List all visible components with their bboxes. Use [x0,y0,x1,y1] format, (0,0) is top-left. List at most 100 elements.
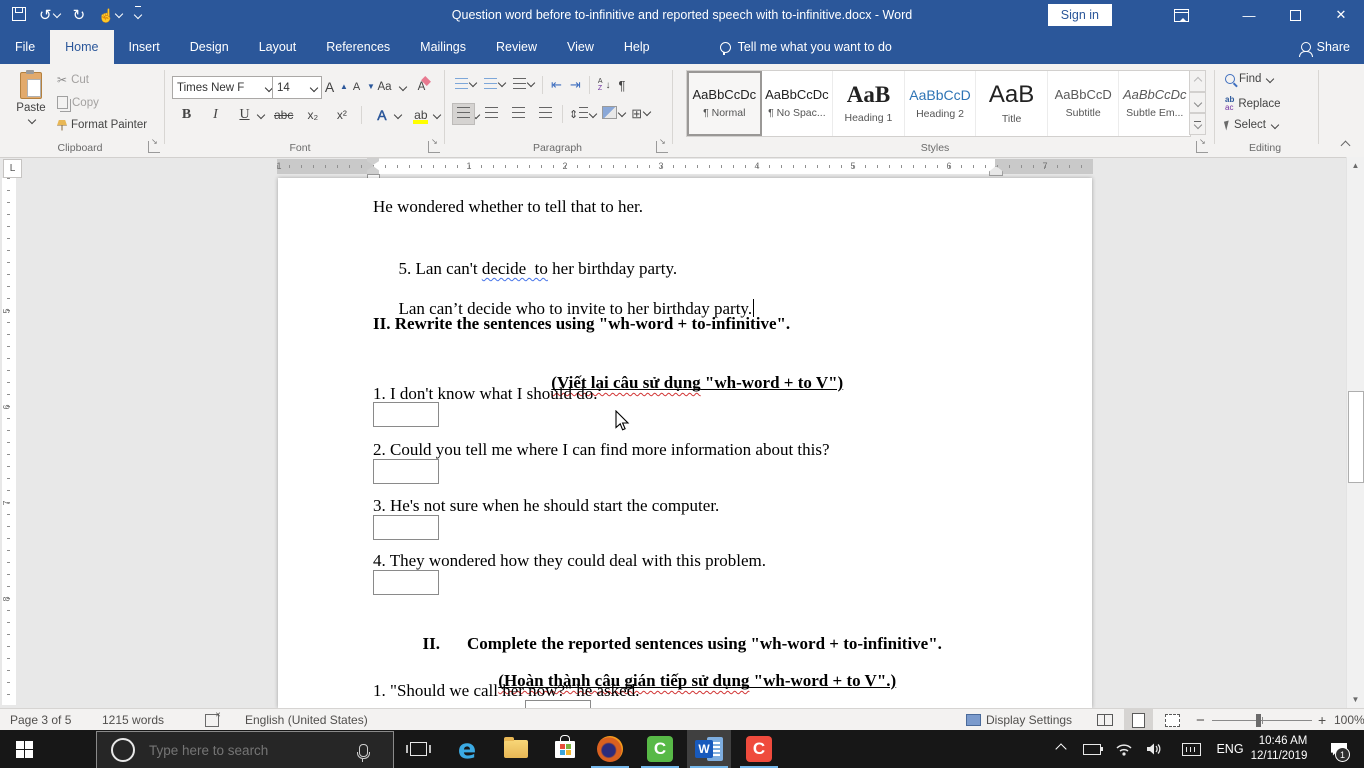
highlight-button[interactable]: ab [411,104,430,125]
tab-layout[interactable]: Layout [244,30,312,64]
style-heading2[interactable]: AaBbCcDHeading 2 [905,71,977,136]
tell-me-box[interactable]: Tell me what you want to do [720,30,892,64]
shrink-font-button[interactable]: A▼ [347,76,375,97]
start-button[interactable] [0,730,48,768]
horizontal-ruler[interactable]: 1 1 2 3 4 5 6 7 [277,159,1093,174]
style-normal[interactable]: AaBbCcDc¶ Normal [687,71,762,136]
tab-mailings[interactable]: Mailings [405,30,481,64]
zoom-slider[interactable] [1212,709,1312,731]
touch-mode-button[interactable]: ☝ [98,7,122,23]
tab-selector[interactable]: L [3,159,22,178]
taskbar-camtasia[interactable]: C [638,730,682,768]
answer-box[interactable] [373,570,439,595]
word-count[interactable]: 1215 words [102,709,164,731]
text-effects-button[interactable]: A [372,104,391,125]
format-painter-button[interactable]: Format Painter [57,119,147,131]
undo-button[interactable]: ↺ [39,7,60,23]
font-dialog-launcher[interactable] [428,141,440,153]
vertical-ruler[interactable]: 5 6 7 8 [2,178,16,705]
task-view-button[interactable] [396,730,440,768]
save-icon[interactable] [12,7,26,24]
borders-button[interactable]: ⊞ [631,106,650,122]
select-button[interactable]: Select [1225,119,1278,131]
close-button[interactable]: ✕ [1318,0,1364,30]
proofing-errors-icon[interactable] [205,709,219,731]
paste-button[interactable]: Paste [10,72,52,123]
increase-indent-button[interactable]: ⇥ [570,77,581,93]
zoom-level[interactable]: 100% [1334,709,1364,731]
subscript-button[interactable]: x₂ [303,104,322,125]
multilevel-list-button[interactable] [513,78,534,92]
volume-icon[interactable] [1140,730,1168,768]
tab-file[interactable]: File [0,30,50,64]
taskbar-store[interactable] [543,730,587,768]
copy-button[interactable]: Copy [57,96,99,109]
underline-button[interactable]: U [235,104,254,125]
clock[interactable]: 10:46 AM12/11/2019 [1248,730,1310,768]
tab-home[interactable]: Home [50,30,113,64]
styles-scroll-up[interactable] [1189,70,1206,92]
font-name-select[interactable]: Times New F [172,76,277,99]
language-indicator[interactable]: English (United States) [245,709,368,731]
scroll-down-button[interactable]: ▼ [1347,691,1364,708]
style-subtle-emphasis[interactable]: AaBbCcDcSubtle Em... [1119,71,1190,136]
microphone-icon[interactable] [359,744,368,757]
superscript-button[interactable]: x² [332,104,351,125]
cut-button[interactable]: ✂Cut [57,73,89,87]
print-layout-button[interactable] [1124,709,1153,731]
touch-keyboard-icon[interactable] [1176,730,1206,768]
find-button[interactable]: Find [1225,73,1273,85]
paragraph-dialog-launcher[interactable] [656,141,668,153]
tab-review[interactable]: Review [481,30,552,64]
taskbar-firefox[interactable] [588,730,632,768]
styles-dialog-launcher[interactable] [1196,141,1208,153]
justify-button[interactable] [535,104,556,124]
decrease-indent-button[interactable]: ⇤ [551,77,562,93]
style-no-spacing[interactable]: AaBbCcDc¶ No Spac... [762,71,834,136]
bullets-button[interactable] [455,78,476,92]
clipboard-dialog-launcher[interactable] [148,141,160,153]
minimize-button[interactable]: — [1226,0,1272,30]
display-settings-button[interactable]: Display Settings [966,709,1072,731]
line-spacing-button[interactable]: ⇕ [569,107,588,121]
style-heading1[interactable]: AaBHeading 1 [833,71,905,136]
numbering-button[interactable] [484,78,505,92]
grow-font-button[interactable]: A▲ [320,76,348,97]
styles-gallery-more[interactable] [1189,113,1206,135]
zoom-out-button[interactable]: − [1196,709,1205,731]
tab-design[interactable]: Design [175,30,244,64]
italic-button[interactable]: I [206,104,225,125]
web-layout-button[interactable] [1158,709,1187,731]
tab-help[interactable]: Help [609,30,665,64]
vertical-scrollbar[interactable]: ▲ ▼ [1346,157,1364,708]
tab-references[interactable]: References [311,30,405,64]
tab-view[interactable]: View [552,30,609,64]
tab-insert[interactable]: Insert [114,30,175,64]
sort-button[interactable]: AZ [598,78,603,92]
ribbon-display-options-button[interactable] [1158,0,1204,30]
font-size-select[interactable]: 14 [272,76,322,99]
taskbar-search-box[interactable] [96,731,394,768]
answer-box[interactable] [525,700,591,708]
language-switcher[interactable]: ENG [1212,730,1248,768]
style-subtitle[interactable]: AaBbCcDSubtitle [1048,71,1120,136]
read-mode-button[interactable] [1090,709,1119,731]
share-button[interactable]: Share [1301,30,1350,64]
action-center-button[interactable]: 1 [1322,730,1356,768]
strikethrough-button[interactable]: abc [274,104,293,125]
change-case-button[interactable]: Aa [375,76,406,97]
style-title[interactable]: AaBTitle [976,71,1048,136]
scroll-up-button[interactable]: ▲ [1347,157,1364,174]
zoom-slider-thumb[interactable] [1256,714,1261,727]
redo-icon[interactable]: ↻ [73,7,86,23]
align-center-button[interactable] [481,104,502,124]
align-left-button[interactable] [452,103,475,125]
tray-expand-button[interactable] [1048,730,1074,768]
wifi-icon[interactable] [1110,730,1138,768]
answer-box[interactable] [373,515,439,540]
answer-box[interactable] [373,402,439,427]
search-input[interactable] [147,742,341,759]
document-page[interactable]: He wondered whether to tell that to her.… [278,178,1092,708]
taskbar-edge[interactable]: e [445,730,489,768]
bold-button[interactable]: B [177,104,196,125]
